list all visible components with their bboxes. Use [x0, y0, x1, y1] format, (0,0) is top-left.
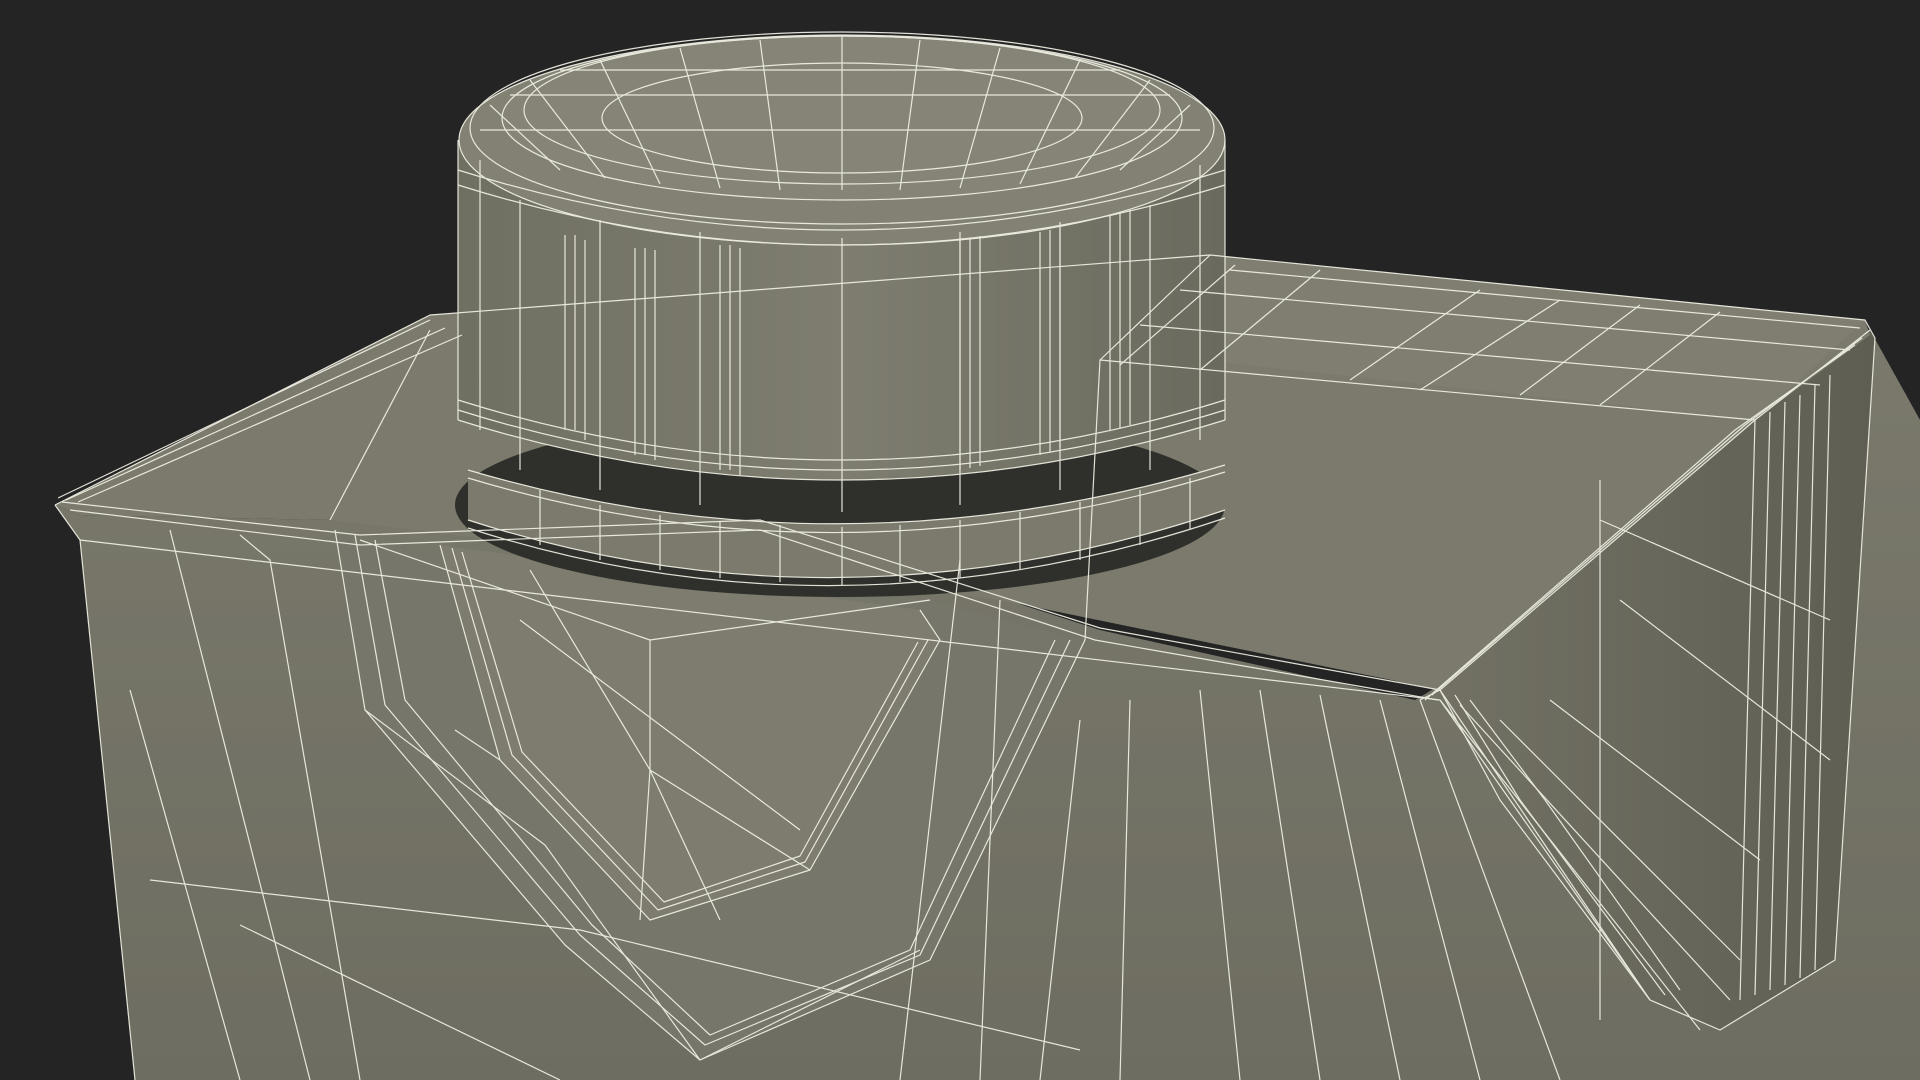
wireframe-model [54, 31, 1920, 1080]
3d-viewport[interactable] [0, 0, 1920, 1080]
